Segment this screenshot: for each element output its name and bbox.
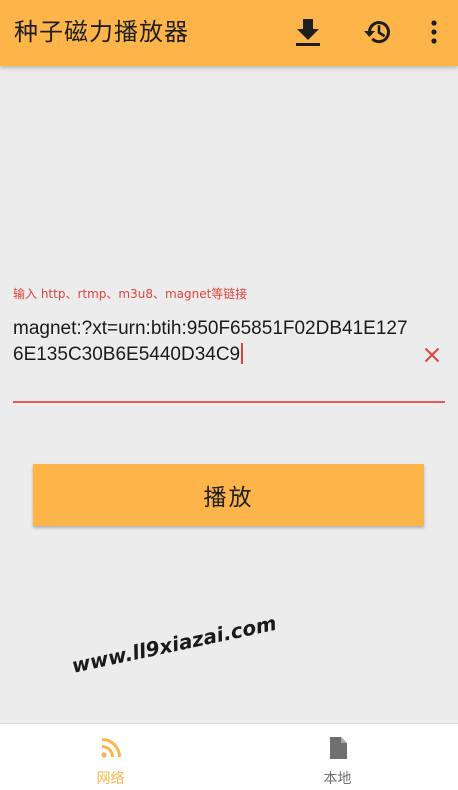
more-options-button[interactable] (418, 11, 450, 53)
play-button-label: 播放 (203, 485, 254, 511)
rss-feed-icon (100, 738, 121, 758)
app-bar: 种子磁力播放器 (0, 0, 458, 66)
play-button[interactable]: 播放 (33, 464, 424, 526)
bottom-navigation: 网络 本地 (0, 723, 458, 790)
download-icon (296, 19, 320, 46)
url-input[interactable]: magnet:?xt=urn:btih:950F65851F02DB41E127… (13, 316, 413, 368)
clear-input-button[interactable] (420, 343, 444, 367)
nav-item-network[interactable]: 网络 (0, 724, 229, 790)
watermark: www.ll9xiazai.com (69, 610, 279, 678)
more-vert-icon (431, 20, 437, 44)
close-icon (424, 347, 440, 363)
app-title: 种子磁力播放器 (14, 18, 189, 46)
file-icon (329, 737, 347, 759)
download-button[interactable] (287, 11, 329, 53)
history-icon (364, 21, 390, 44)
history-button[interactable] (356, 11, 398, 53)
url-input-text: magnet:?xt=urn:btih:950F65851F02DB41E127… (13, 318, 408, 365)
nav-label-network: 网络 (96, 771, 125, 787)
url-input-underline (13, 401, 445, 403)
url-field-label: 输入 http、rtmp、m3u8、magnet等链接 (13, 287, 248, 301)
nav-item-local[interactable]: 本地 (229, 724, 458, 790)
text-caret (241, 343, 244, 364)
nav-label-local: 本地 (323, 771, 352, 787)
